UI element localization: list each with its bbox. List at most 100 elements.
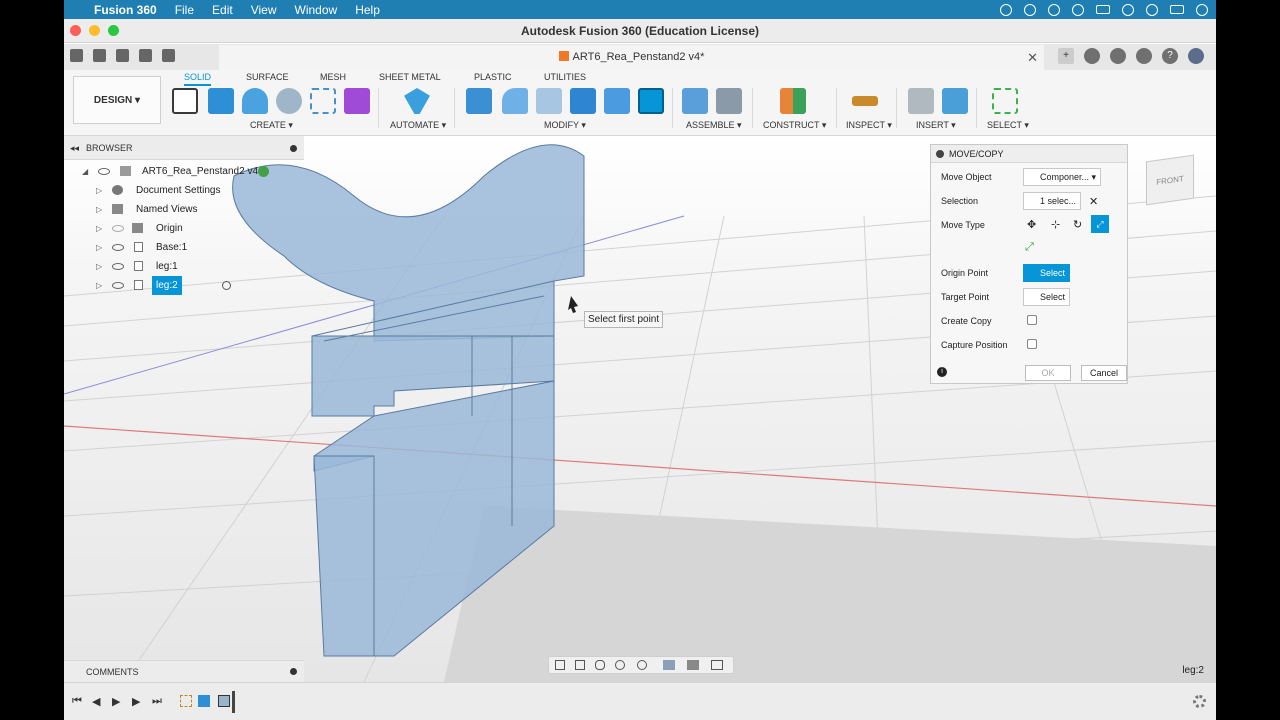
go-to-start-icon[interactable]: ⏮ (72, 695, 82, 708)
fillet-icon[interactable] (502, 88, 528, 114)
zoom-icon[interactable] (615, 660, 625, 670)
step-forward-icon[interactable]: ▶ (132, 695, 140, 708)
ok-button[interactable]: OK (1025, 365, 1071, 381)
cancel-button[interactable]: Cancel (1081, 365, 1127, 381)
browser-item-document-settings[interactable]: ▷ Document Settings (96, 181, 296, 200)
create-copy-checkbox[interactable] (1027, 315, 1037, 325)
insert-derive-icon[interactable] (908, 88, 934, 114)
hole-icon[interactable] (276, 88, 302, 114)
browser-item-named-views[interactable]: ▷ Named Views (96, 200, 296, 219)
modify-menu[interactable]: MODIFY ▾ (544, 120, 586, 131)
zoom-window-button[interactable] (108, 25, 119, 36)
move-copy-icon[interactable] (638, 88, 664, 114)
expand-arrow-icon[interactable]: ▷ (96, 257, 102, 276)
collapse-browser-icon[interactable]: ◂◂ (70, 136, 79, 160)
notifications-icon[interactable] (1136, 48, 1152, 64)
close-tab-button[interactable]: ✕ (1027, 45, 1038, 70)
menu-edit[interactable]: Edit (212, 3, 233, 17)
timeline-settings-icon[interactable] (1193, 695, 1206, 708)
automate-menu[interactable]: AUTOMATE ▾ (390, 120, 446, 131)
visibility-icon[interactable] (98, 168, 110, 175)
create-sketch-icon[interactable] (172, 88, 198, 114)
fit-icon[interactable] (637, 660, 647, 670)
activate-component-icon[interactable] (222, 281, 231, 290)
visibility-icon[interactable] (112, 244, 124, 251)
menu-file[interactable]: File (175, 3, 194, 17)
sync-icon[interactable] (1024, 3, 1036, 16)
search-icon[interactable] (1146, 3, 1158, 16)
redo-icon[interactable] (162, 49, 175, 62)
job-status-icon[interactable] (1110, 48, 1126, 64)
orbit-icon[interactable] (555, 660, 565, 670)
browser-item-base-1[interactable]: ▷ Base:1 (96, 238, 296, 257)
pan-icon[interactable] (595, 660, 605, 670)
visibility-icon[interactable] (112, 282, 124, 289)
viewcube[interactable]: FRONT (1146, 154, 1194, 206)
tab-mesh[interactable]: MESH (320, 72, 346, 82)
menu-view[interactable]: View (251, 3, 277, 17)
menu-window[interactable]: Window (295, 3, 338, 17)
combine-icon[interactable] (570, 88, 596, 114)
pattern-icon[interactable] (310, 88, 336, 114)
capture-position-checkbox[interactable] (1027, 339, 1037, 349)
revolve-icon[interactable] (242, 88, 268, 114)
step-back-icon[interactable]: ◀ (92, 695, 100, 708)
browser-header[interactable]: ◂◂ BROWSER (64, 136, 304, 160)
grid-settings-icon[interactable] (687, 660, 699, 670)
insert-image-icon[interactable] (942, 88, 968, 114)
press-pull-icon[interactable] (466, 88, 492, 114)
select-menu[interactable]: SELECT ▾ (987, 120, 1029, 131)
construct-menu[interactable]: CONSTRUCT ▾ (763, 120, 826, 131)
browser-pin-icon[interactable] (290, 145, 297, 152)
assemble-menu[interactable]: ASSEMBLE ▾ (686, 120, 742, 131)
timeline-extrude-icon[interactable] (198, 695, 210, 707)
expand-arrow-icon[interactable]: ▷ (96, 181, 102, 200)
free-move-icon[interactable]: ✥ (1027, 218, 1036, 231)
selection-field[interactable]: 1 selec... (1023, 192, 1082, 210)
tab-solid[interactable]: SOLID (184, 72, 212, 86)
record-icon[interactable] (1000, 3, 1012, 16)
expand-arrow-icon[interactable]: ▷ (96, 200, 102, 219)
document-tab[interactable]: ART6_Rea_Penstand2 v4* ✕ (219, 45, 1044, 70)
tab-utilities[interactable]: UTILITIES (544, 72, 586, 82)
menu-help[interactable]: Help (355, 3, 380, 17)
display-settings-icon[interactable] (663, 660, 675, 670)
clock-icon[interactable] (1072, 3, 1084, 16)
data-panel-icon[interactable] (70, 49, 83, 62)
create-form-icon[interactable] (344, 88, 370, 114)
new-component-icon[interactable] (682, 88, 708, 114)
collapse-arrow-icon[interactable]: ◢ (82, 162, 88, 181)
point-to-position-icon[interactable]: ⤢ (1025, 241, 1034, 254)
expand-arrow-icon[interactable]: ▷ (96, 219, 102, 238)
comments-pin-icon[interactable] (290, 668, 297, 675)
tab-surface[interactable]: SURFACE (246, 72, 289, 82)
origin-point-select-button[interactable]: Select (1023, 264, 1071, 282)
minimize-window-button[interactable] (89, 25, 100, 36)
wifi-icon[interactable] (1122, 3, 1134, 16)
expand-arrow-icon[interactable]: ▷ (96, 276, 102, 295)
notification-icon[interactable] (1196, 3, 1208, 16)
translate-icon[interactable]: ⊹ (1051, 218, 1060, 231)
split-body-icon[interactable] (604, 88, 630, 114)
browser-item-leg-1[interactable]: ▷ leg:1 (96, 257, 296, 276)
browser-item-leg-2[interactable]: ▷ leg:2 (96, 276, 296, 295)
joint-icon[interactable] (716, 88, 742, 114)
extensions-icon[interactable] (1084, 48, 1100, 64)
dialog-header[interactable]: MOVE/COPY (931, 145, 1127, 163)
insert-menu[interactable]: INSERT ▾ (916, 120, 956, 131)
comments-panel[interactable]: COMMENTS (64, 660, 304, 682)
go-to-end-icon[interactable]: ⏭ (152, 695, 162, 708)
file-menu-icon[interactable] (93, 49, 106, 62)
app-menu[interactable]: Fusion 360 (94, 3, 157, 17)
extrude-icon[interactable] (208, 88, 234, 114)
visibility-icon[interactable] (112, 263, 124, 270)
save-icon[interactable] (116, 49, 129, 62)
undo-icon[interactable] (139, 49, 152, 62)
info-icon[interactable]: i (937, 367, 947, 377)
play-icon[interactable]: ▶ (112, 695, 120, 708)
point-to-point-icon[interactable]: ⤢ (1091, 215, 1109, 233)
inspect-menu[interactable]: INSPECT ▾ (846, 120, 892, 131)
measure-icon[interactable] (852, 96, 878, 106)
select-icon[interactable] (992, 88, 1018, 114)
shell-icon[interactable] (536, 88, 562, 114)
